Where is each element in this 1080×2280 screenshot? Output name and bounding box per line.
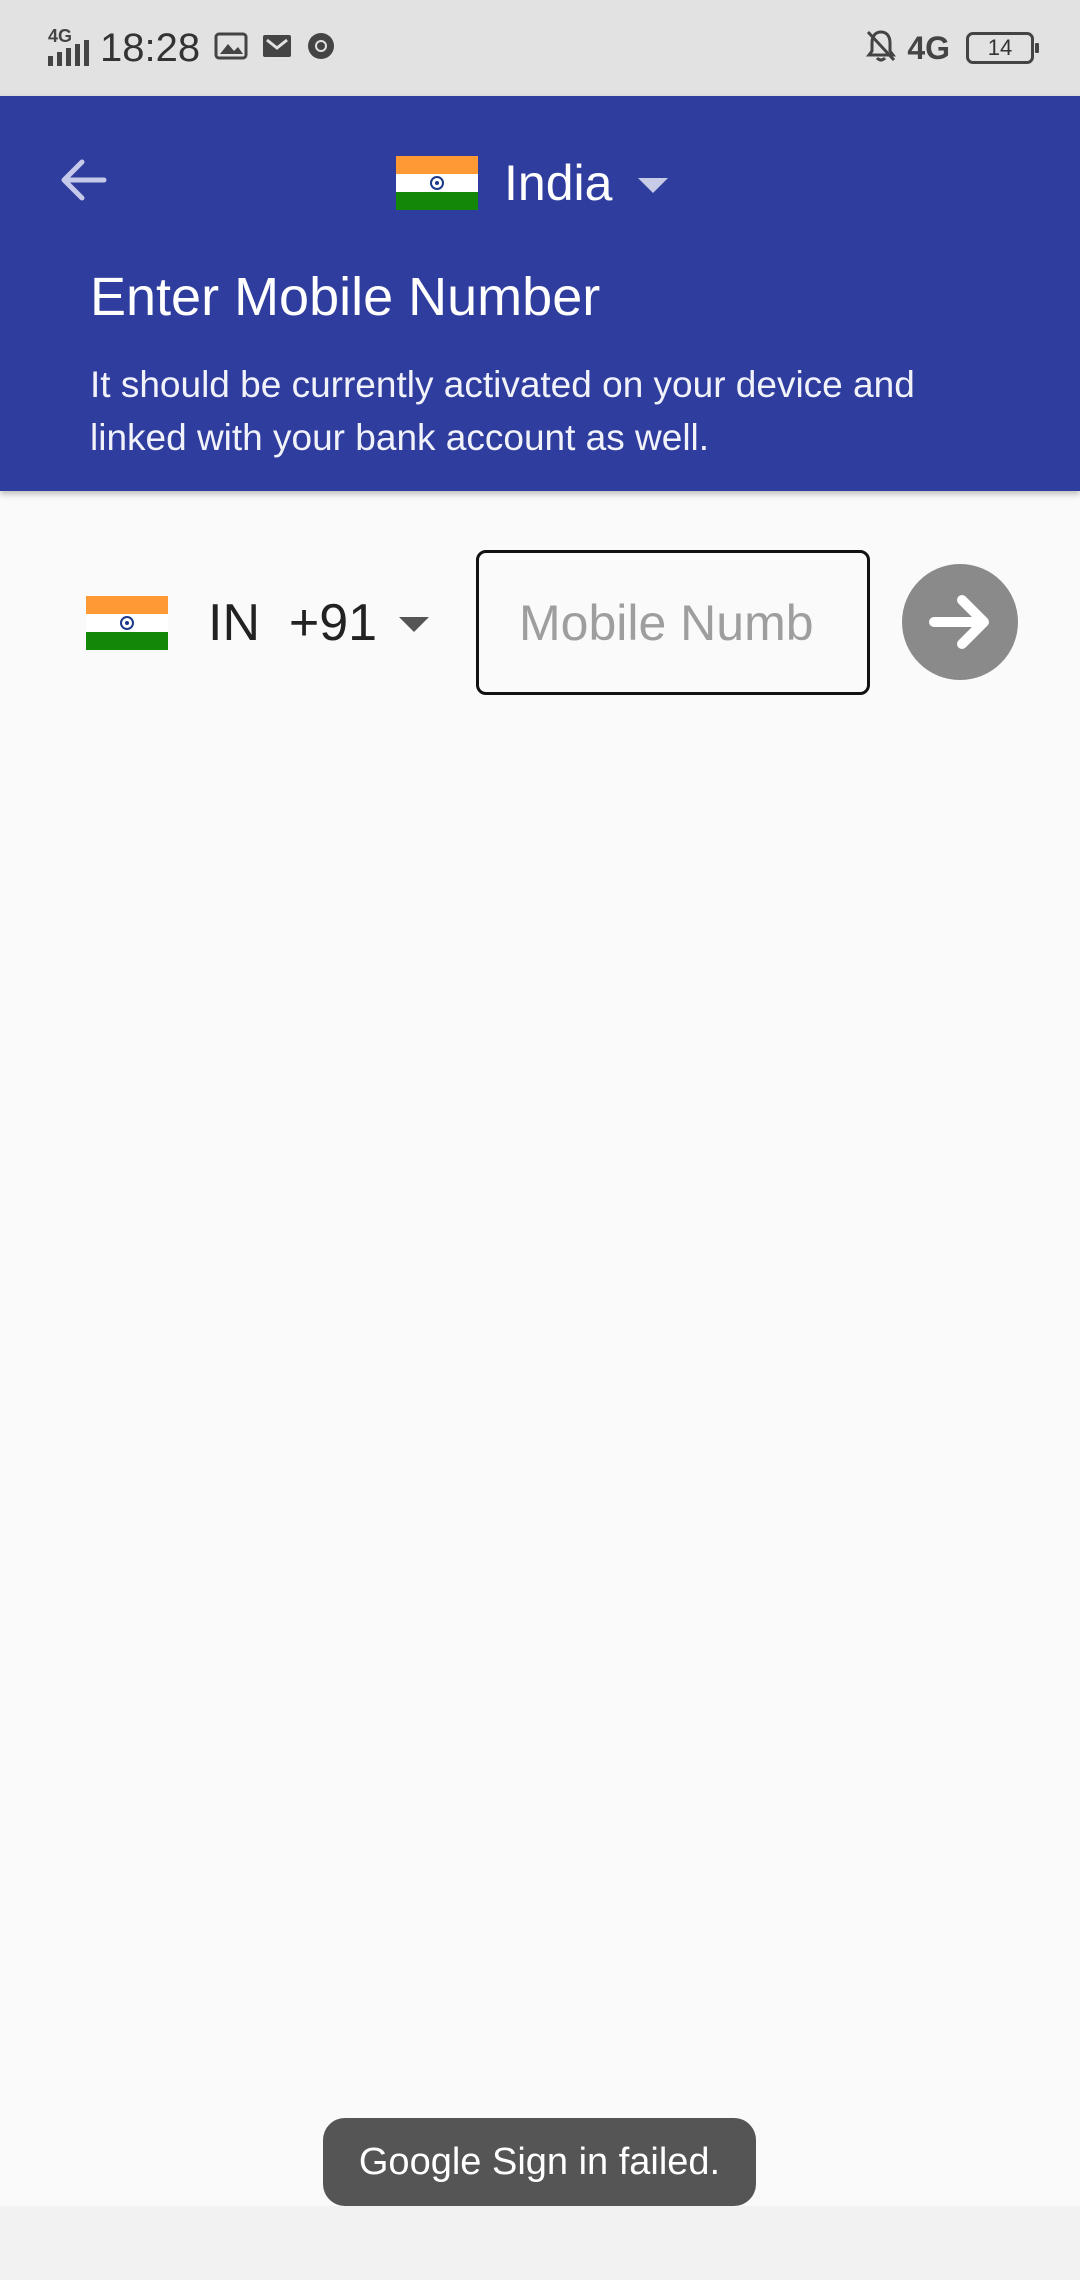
phone-entry-row: IN +91 — [0, 550, 1080, 695]
status-bar: 4G 18:28 4G 14 — [0, 0, 1080, 96]
signal-icon: 4G — [46, 26, 90, 70]
country-name: India — [504, 155, 613, 211]
arrow-right-icon — [929, 595, 989, 649]
navigation-bar — [0, 2206, 1080, 2280]
battery-level: 14 — [987, 35, 1013, 60]
battery-icon: 14 — [966, 32, 1039, 64]
country-code-selector[interactable]: IN +91 — [86, 550, 430, 695]
toast-message: Google Sign in failed. — [323, 2118, 756, 2206]
india-flag-icon — [86, 595, 168, 650]
country-selector[interactable]: India — [396, 148, 669, 218]
mobile-number-input[interactable] — [476, 550, 870, 695]
chevron-down-icon — [399, 617, 430, 632]
back-arrow-icon — [61, 159, 107, 201]
gmail-icon — [262, 34, 292, 63]
toast-text: Google Sign in failed. — [358, 2140, 721, 2183]
chrome-icon — [306, 31, 336, 66]
gallery-icon — [214, 32, 248, 65]
country-code-label: IN +91 — [208, 593, 378, 652]
chevron-down-icon — [638, 177, 669, 193]
mute-bell-icon — [865, 29, 897, 68]
status-bar-right: 4G 14 — [865, 0, 1039, 96]
header: India Enter Mobile Number It should be c… — [0, 96, 1080, 491]
india-flag-icon — [396, 156, 478, 210]
page-title: Enter Mobile Number — [90, 267, 601, 327]
network-type-right: 4G — [907, 29, 950, 66]
status-bar-left: 4G 18:28 — [46, 0, 336, 96]
status-time: 18:28 — [100, 25, 201, 70]
submit-button[interactable] — [902, 564, 1018, 680]
page-subtitle: It should be currently activated on your… — [90, 364, 915, 458]
back-button[interactable] — [52, 148, 116, 212]
